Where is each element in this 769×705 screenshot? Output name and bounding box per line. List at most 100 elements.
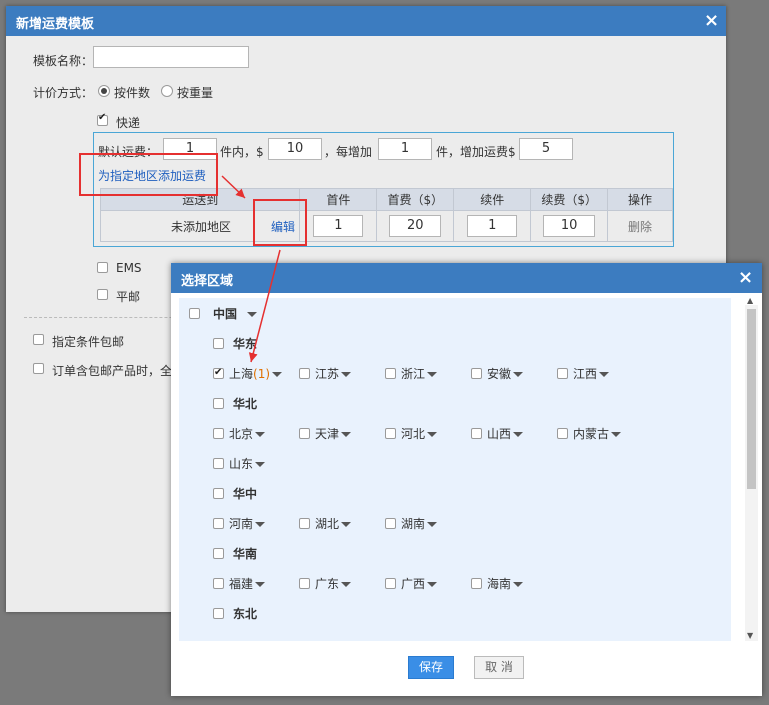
ems-checkbox[interactable]: [97, 262, 108, 273]
group-checkbox[interactable]: [213, 338, 224, 349]
pricing-by-piece-radio[interactable]: [98, 85, 110, 97]
province-label: 湖南: [401, 516, 438, 532]
chevron-down-icon[interactable]: [513, 372, 524, 377]
province-checkbox[interactable]: [299, 518, 310, 529]
group-checkbox[interactable]: [213, 488, 224, 499]
annotation-box-add-region: [79, 153, 218, 196]
province-name: 山西: [487, 427, 512, 441]
chevron-down-icon[interactable]: [427, 522, 438, 527]
order-free-checkbox[interactable]: [33, 363, 44, 374]
pricing-label: 计价方式：: [33, 86, 94, 100]
chevron-down-icon[interactable]: [341, 432, 352, 437]
ems-label: EMS: [116, 261, 142, 275]
col-header-add-fee: 续费（$）: [530, 188, 609, 211]
express-label: 快递: [116, 116, 141, 130]
province-name: 河南: [229, 517, 254, 531]
scroll-down-icon[interactable]: ▼: [747, 631, 753, 640]
unit-within-label: 件内，$: [220, 145, 264, 159]
chevron-down-icon[interactable]: [255, 522, 266, 527]
province-checkbox[interactable]: [385, 368, 396, 379]
row-add-qty-input[interactable]: 1: [467, 215, 518, 237]
province-checkbox[interactable]: [385, 578, 396, 589]
order-free-label: 订单含包邮产品时，全: [52, 364, 173, 378]
chevron-down-icon[interactable]: [427, 432, 438, 437]
row-add-fee-input[interactable]: 10: [543, 215, 596, 237]
group-checkbox[interactable]: [213, 548, 224, 559]
province-name: 广东: [315, 577, 340, 591]
cancel-button[interactable]: 取 消: [474, 656, 524, 679]
ping-mail-checkbox[interactable]: [97, 289, 108, 300]
province-label: 湖北: [315, 516, 352, 532]
template-name-label: 模板名称：: [33, 54, 94, 68]
country-checkbox[interactable]: [189, 308, 200, 319]
province-label: 福建: [229, 576, 266, 592]
province-checkbox[interactable]: [557, 428, 568, 439]
chevron-down-icon[interactable]: [341, 372, 352, 377]
chevron-down-icon[interactable]: [341, 522, 352, 527]
region-list-scrollbar[interactable]: ▲ ▼: [745, 296, 758, 641]
col-header-first-fee: 首费（$）: [376, 188, 455, 211]
scrollbar-thumb[interactable]: [747, 309, 756, 489]
pricing-by-weight-radio[interactable]: [161, 85, 173, 97]
close-icon[interactable]: ×: [738, 269, 753, 287]
chevron-down-icon[interactable]: [255, 582, 266, 587]
group-label: 华北: [233, 397, 258, 411]
default-add-fee-input[interactable]: 5: [519, 138, 573, 160]
province-name: 上海: [229, 367, 254, 381]
province-checkbox[interactable]: [299, 578, 310, 589]
default-add-qty-input[interactable]: 1: [378, 138, 432, 160]
chevron-down-icon[interactable]: [247, 312, 258, 317]
add-fee-cell: 10: [530, 210, 609, 242]
province-checkbox[interactable]: [213, 458, 224, 469]
group-checkbox[interactable]: [213, 398, 224, 409]
chevron-down-icon[interactable]: [611, 432, 622, 437]
dialog-title: 新增运费模板: [16, 17, 95, 32]
close-icon[interactable]: ×: [704, 12, 719, 30]
dialog-header: 新增运费模板 ×: [6, 6, 726, 36]
province-checkbox[interactable]: [385, 518, 396, 529]
province-checkbox[interactable]: [471, 368, 482, 379]
province-checkbox[interactable]: [471, 428, 482, 439]
save-button[interactable]: 保存: [408, 656, 454, 679]
province-name: 安徽: [487, 367, 512, 381]
province-checkbox[interactable]: [213, 365, 224, 381]
province-label: 河北: [401, 426, 438, 442]
chevron-down-icon[interactable]: [599, 372, 610, 377]
province-checkbox[interactable]: [471, 578, 482, 589]
group-label: 华南: [233, 547, 258, 561]
free-condition-checkbox[interactable]: [33, 334, 44, 345]
province-checkbox[interactable]: [385, 428, 396, 439]
express-checkbox[interactable]: [97, 112, 108, 126]
province-checkbox[interactable]: [213, 428, 224, 439]
province-checkbox[interactable]: [557, 368, 568, 379]
province-label: 天津: [315, 426, 352, 442]
chevron-down-icon[interactable]: [272, 372, 283, 377]
pricing-by-piece-label: 按件数: [114, 86, 151, 100]
province-checkbox[interactable]: [213, 518, 224, 529]
chevron-down-icon[interactable]: [255, 462, 266, 467]
chevron-down-icon[interactable]: [341, 582, 352, 587]
province-checkbox[interactable]: [213, 578, 224, 589]
chevron-down-icon[interactable]: [513, 432, 524, 437]
default-first-fee-input[interactable]: 10: [268, 138, 322, 160]
first-fee-cell: 20: [376, 210, 455, 242]
chevron-down-icon[interactable]: [427, 372, 438, 377]
group-checkbox[interactable]: [213, 608, 224, 619]
ping-mail-label: 平邮: [116, 290, 141, 304]
province-label: 海南: [487, 576, 524, 592]
row-first-qty-input[interactable]: 1: [313, 215, 364, 237]
province-name: 山东: [229, 457, 254, 471]
province-label: 山西: [487, 426, 524, 442]
chevron-down-icon[interactable]: [255, 432, 266, 437]
scroll-up-icon[interactable]: ▲: [747, 296, 753, 305]
province-checkbox[interactable]: [299, 368, 310, 379]
chevron-down-icon[interactable]: [427, 582, 438, 587]
province-checkbox[interactable]: [299, 428, 310, 439]
province-name: 江苏: [315, 367, 340, 381]
group-label: 华中: [233, 487, 258, 501]
delete-link[interactable]: 删除: [628, 220, 652, 234]
province-name: 内蒙古: [573, 427, 610, 441]
template-name-input[interactable]: [93, 46, 249, 68]
row-first-fee-input[interactable]: 20: [389, 215, 442, 237]
chevron-down-icon[interactable]: [513, 582, 524, 587]
